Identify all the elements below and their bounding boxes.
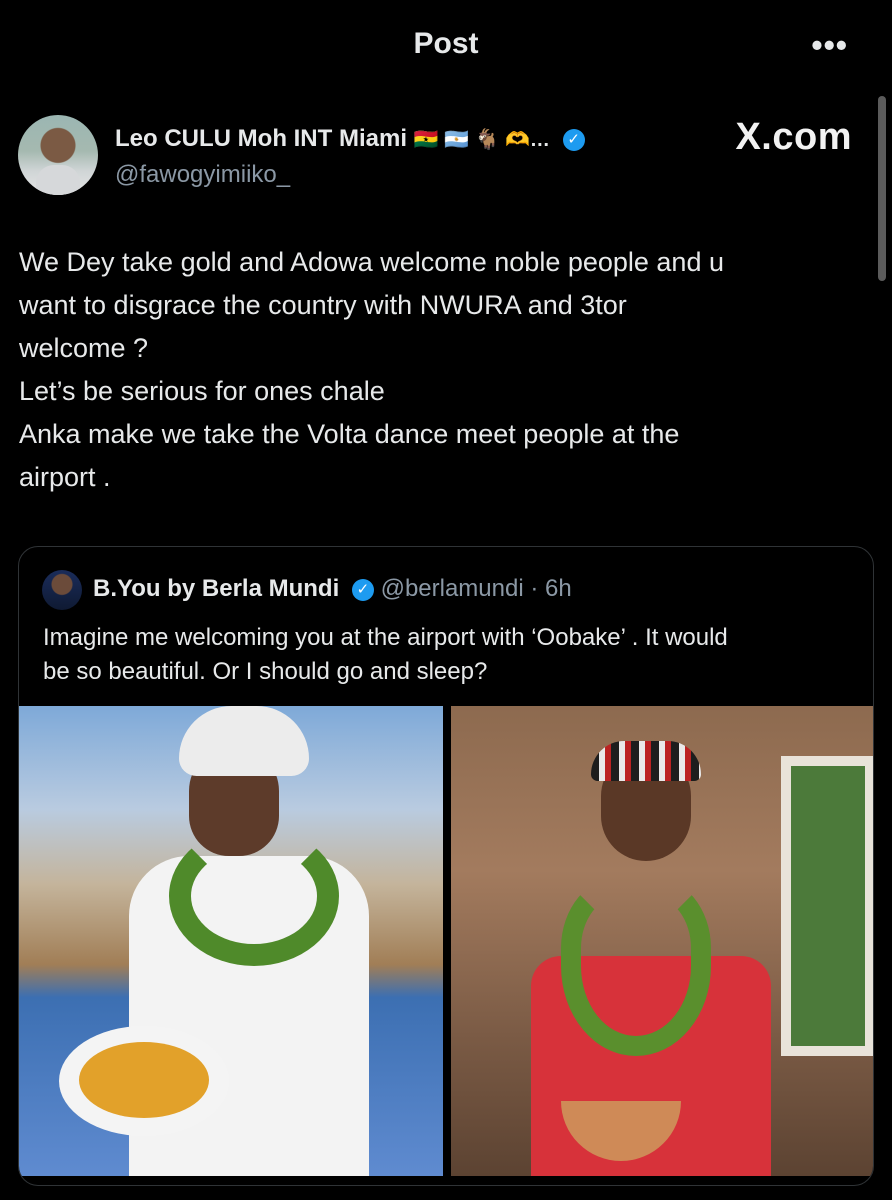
page-title: Post (413, 27, 479, 60)
author-name-emojis: 🇬🇭 🇦🇷 🐐 🫶… (413, 129, 550, 151)
author-name[interactable]: Leo CULU Moh INT Miami 🇬🇭 🇦🇷 🐐 🫶… ✓ (115, 125, 585, 153)
post-line: Let’s be serious for ones chale (19, 376, 385, 406)
photo-window (781, 756, 873, 1056)
quote-author[interactable]: B.You by Berla Mundi ✓ @berlamundi · 6h (93, 575, 572, 603)
quoted-post[interactable]: B.You by Berla Mundi ✓ @berlamundi · 6h … (18, 546, 874, 1186)
quote-text: Imagine me welcoming you at the airport … (43, 621, 853, 689)
verified-badge-icon: ✓ (562, 129, 585, 151)
quote-verified-badge-icon: ✓ (351, 579, 374, 601)
author-handle[interactable]: @fawogyimiiko_ (115, 161, 290, 189)
photo-leaves (561, 876, 711, 1056)
photo-headwrap (179, 706, 309, 776)
quote-author-name: B.You by Berla Mundi (93, 575, 340, 602)
quote-media[interactable] (19, 706, 873, 1176)
post-author[interactable]: Leo CULU Moh INT Miami 🇬🇭 🇦🇷 🐐 🫶… ✓ @faw… (18, 113, 838, 197)
top-bar: Post ••• (0, 0, 892, 92)
photo-headband (591, 741, 701, 781)
post-line: Anka make we take the Volta dance meet p… (19, 419, 680, 449)
photo-right[interactable] (451, 706, 873, 1176)
quote-handle-time: @berlamundi · 6h (380, 575, 572, 602)
quote-avatar[interactable] (42, 570, 82, 610)
post-line: We Dey take gold and Adowa welcome noble… (19, 247, 724, 277)
post-line: welcome ? (19, 333, 149, 363)
x-watermark: X.com (735, 116, 852, 158)
photo-soup (79, 1042, 209, 1118)
author-name-text: Leo CULU Moh INT Miami (115, 125, 407, 152)
post-text: We Dey take gold and Adowa welcome noble… (19, 241, 859, 499)
photo-left[interactable] (19, 706, 443, 1176)
post-line: want to disgrace the country with NWURA … (19, 290, 627, 320)
quote-line: be so beautiful. Or I should go and slee… (43, 658, 488, 685)
avatar[interactable] (18, 115, 98, 195)
quote-line: Imagine me welcoming you at the airport … (43, 624, 728, 651)
scrollbar[interactable] (878, 96, 886, 281)
photo-leaves (169, 826, 339, 966)
post-line: airport . (19, 462, 111, 492)
more-icon[interactable]: ••• (811, 29, 848, 61)
